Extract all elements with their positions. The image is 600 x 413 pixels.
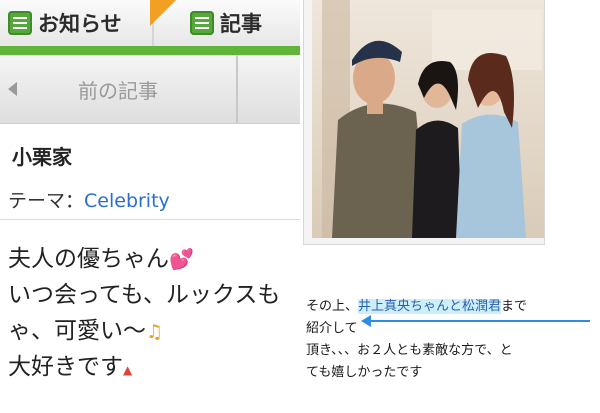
caption-text: その上、 (306, 299, 359, 314)
body-text: 夫人の優ちゃん (8, 246, 169, 272)
tab-notice-label: お知らせ (38, 12, 122, 36)
body-text: いつ会っても、ルックスも (8, 282, 281, 308)
tab-article-label: 記事 (220, 12, 262, 36)
selected-text[interactable]: 井上真央ちゃんと松潤君 (358, 299, 502, 314)
article-icon (190, 11, 214, 35)
new-ribbon-badge (150, 0, 176, 26)
theme-link[interactable]: Celebrity (84, 190, 170, 212)
theme-row: テーマ：Celebrity (8, 186, 170, 213)
caption-line-3: 頂き、、、お２人とも素敵な方で、と (306, 343, 513, 358)
tab-article[interactable]: 記事 (190, 0, 262, 46)
caption-line-4: ても嬉しかったです (306, 365, 423, 380)
theme-label: テーマ： (8, 190, 85, 212)
music-note-icon: ♫ (146, 321, 164, 343)
prev-article-button[interactable]: 前の記事 (0, 55, 236, 123)
group-photo (312, 0, 544, 238)
selection-underline (370, 320, 590, 322)
body-line-3: ゃ、可愛い〜♫ (8, 311, 163, 345)
prev-article-label: 前の記事 (78, 78, 158, 103)
caption-text: まで (501, 299, 528, 314)
small-heart-icon: ▲ (123, 363, 133, 377)
group-photo-illustration (312, 0, 544, 238)
body-text: ゃ、可愛い〜 (8, 318, 146, 344)
blog-screenshot: お知らせ 記事 前の記事 小栗家 テーマ：Celebrity 夫人の優ちゃん💕 … (0, 0, 300, 413)
tab-notice[interactable]: お知らせ (8, 0, 122, 46)
accent-bar (0, 46, 300, 55)
post-title: 小栗家 (12, 145, 72, 169)
photo-caption: その上、井上真央ちゃんと松潤君まで 紹介して 頂き、、、お２人とも素敵な方で、と… (306, 296, 600, 384)
top-tab-bar: お知らせ 記事 (0, 0, 300, 46)
photo-panel: その上、井上真央ちゃんと松潤君まで 紹介して 頂き、、、お２人とも素敵な方で、と… (300, 0, 600, 413)
photo-frame (304, 0, 544, 244)
article-pager: 前の記事 (0, 55, 300, 124)
heart-icon: 💕 (169, 247, 194, 271)
body-text: 大好きです (8, 354, 123, 380)
pager-divider (236, 55, 238, 123)
divider (0, 219, 300, 220)
caption-line-1: その上、井上真央ちゃんと松潤君まで (306, 296, 600, 318)
notice-icon (8, 11, 32, 35)
body-line-1: 夫人の優ちゃん💕 (8, 239, 194, 273)
body-line-4: 大好きです▲ (8, 347, 132, 381)
body-line-2: いつ会っても、ルックスも (8, 275, 280, 309)
